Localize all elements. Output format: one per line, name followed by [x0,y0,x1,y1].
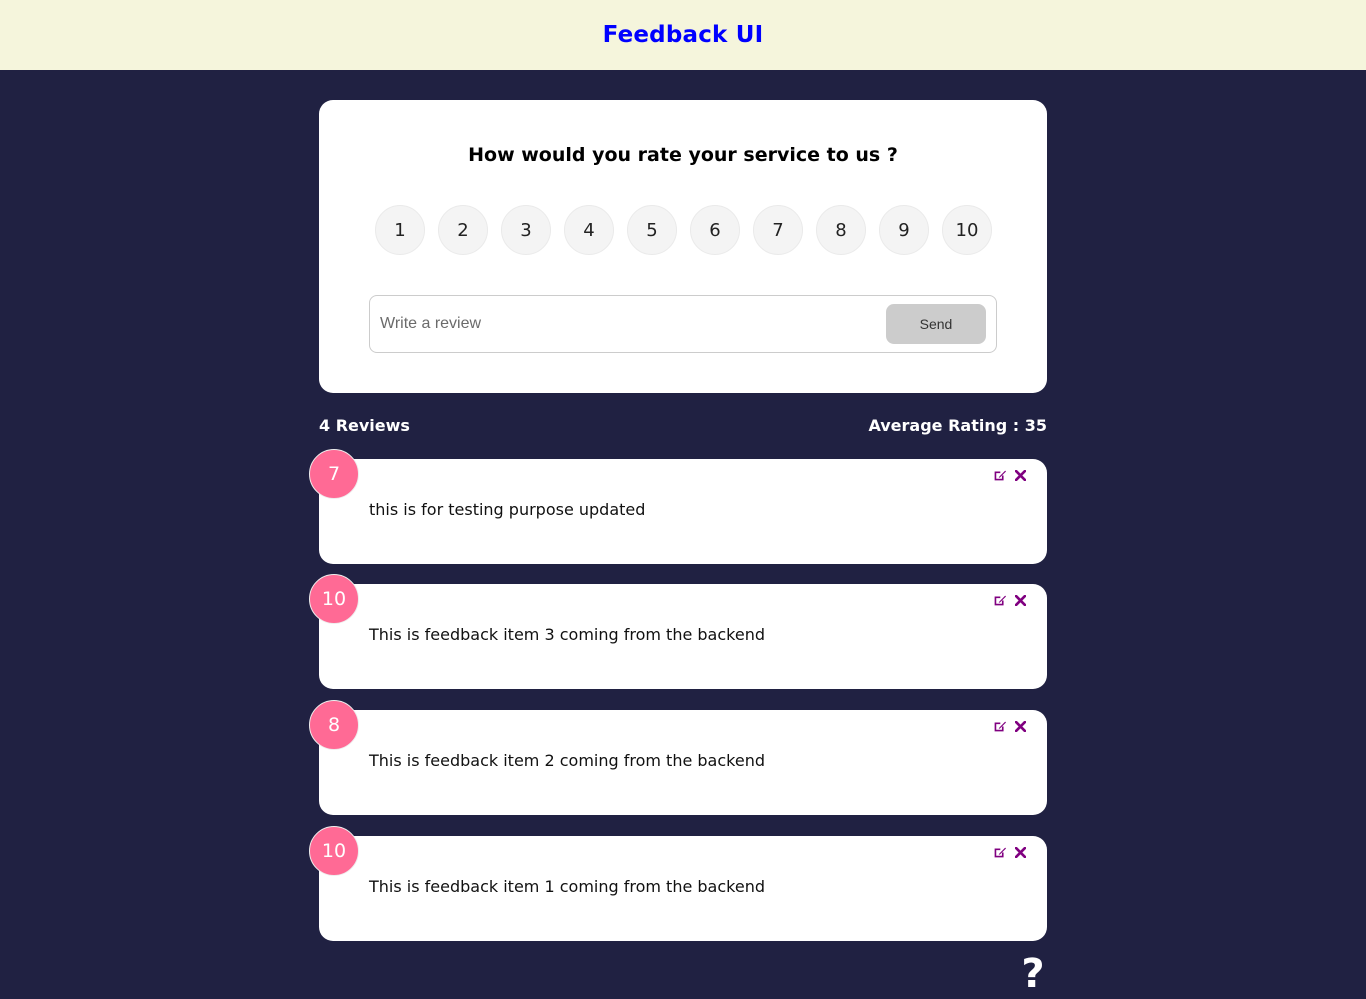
rating-option-4[interactable]: 4 [564,205,614,255]
rating-option-6[interactable]: 6 [690,205,740,255]
feedback-text: This is feedback item 3 coming from the … [369,625,765,644]
rating-question: How would you rate your service to us ? [468,144,898,166]
rating-badge: 8 [309,700,359,750]
feedback-item: 10 This is feedback item 3 coming from t… [309,574,1047,689]
rating-option-2[interactable]: 2 [438,205,488,255]
item-actions [992,844,1027,860]
average-rating: Average Rating : 35 [868,416,1047,435]
rating-options: 1 2 3 4 5 6 7 8 9 10 [375,205,992,255]
question-icon[interactable]: ? [1017,952,1049,996]
item-actions [992,592,1027,608]
close-icon[interactable] [1013,718,1027,734]
edit-icon[interactable] [992,467,1006,483]
edit-icon[interactable] [992,592,1006,608]
feedback-text: This is feedback item 1 coming from the … [369,877,765,896]
feedback-text: This is feedback item 2 coming from the … [369,751,765,770]
reviews-count: 4 Reviews [319,416,410,435]
rating-option-9[interactable]: 9 [879,205,929,255]
app-title: Feedback UI [602,22,764,48]
rating-option-5[interactable]: 5 [627,205,677,255]
feedback-text: this is for testing purpose updated [369,500,646,519]
rating-option-3[interactable]: 3 [501,205,551,255]
feedback-item: 8 This is feedback item 2 coming from th… [309,700,1047,815]
rating-badge: 7 [309,449,359,499]
edit-icon[interactable] [992,718,1006,734]
review-input[interactable] [380,315,886,333]
rating-badge: 10 [309,826,359,876]
rating-badge: 10 [309,574,359,624]
feedback-item: 10 This is feedback item 1 coming from t… [309,826,1047,941]
close-icon[interactable] [1013,467,1027,483]
rating-option-1[interactable]: 1 [375,205,425,255]
rating-option-7[interactable]: 7 [753,205,803,255]
rating-option-10[interactable]: 10 [942,205,992,255]
edit-icon[interactable] [992,844,1006,860]
feedback-item: 7 this is for testing purpose updated [309,449,1047,564]
app-header: Feedback UI [0,0,1366,70]
close-icon[interactable] [1013,844,1027,860]
item-actions [992,467,1027,483]
item-actions [992,718,1027,734]
send-button[interactable]: Send [886,304,986,344]
feedback-stats: 4 Reviews Average Rating : 35 [319,416,1047,435]
rating-card: How would you rate your service to us ? … [319,100,1047,393]
rating-option-8[interactable]: 8 [816,205,866,255]
review-input-group: Send [369,295,997,353]
close-icon[interactable] [1013,592,1027,608]
